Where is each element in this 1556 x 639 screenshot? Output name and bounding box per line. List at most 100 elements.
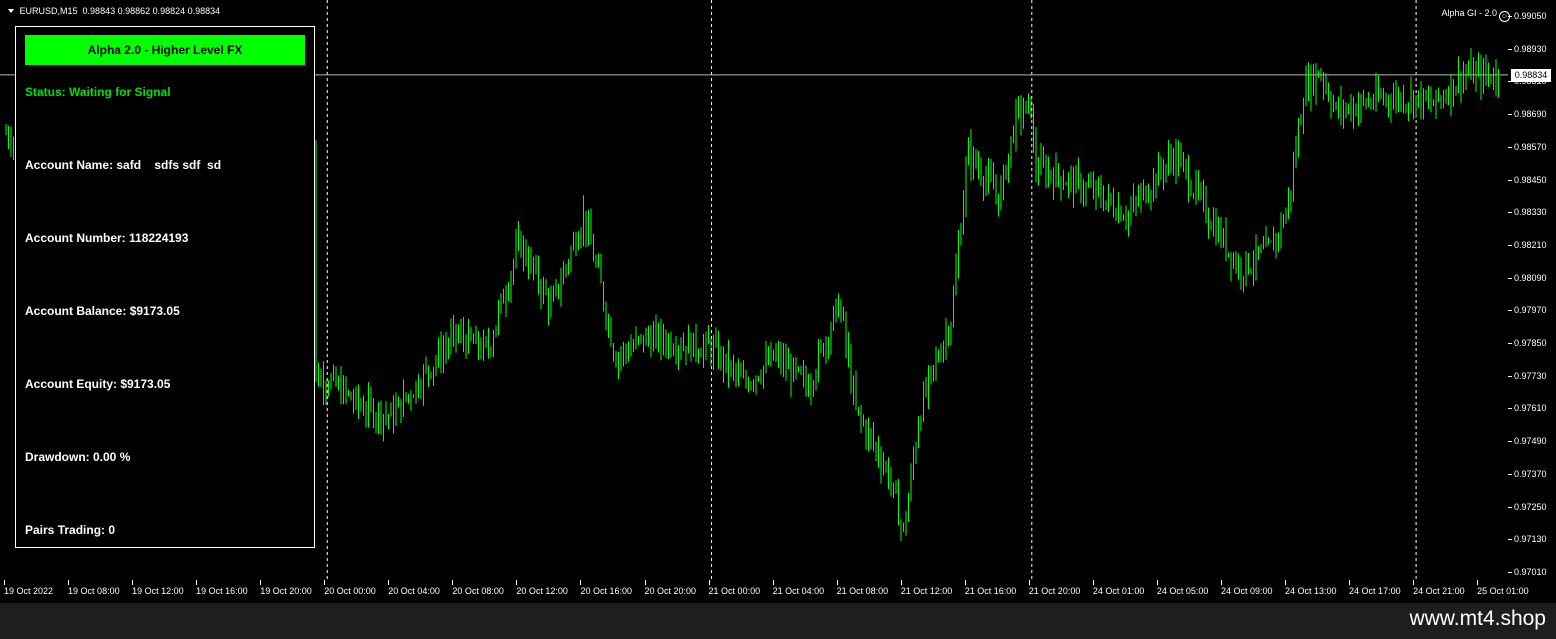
time-scale[interactable]: 19 Oct 2022 19 Oct 08:00 19 Oct 12:00 19 Oc… xyxy=(0,580,1529,603)
time-tick-mark xyxy=(452,580,454,585)
price-tick-label: 0.97970 xyxy=(1514,305,1547,316)
time-tick-label: 24 Oct 01:00 xyxy=(1092,586,1145,596)
symbol-timeframe: EURUSD,M15 xyxy=(19,6,78,16)
time-tick-mark xyxy=(4,580,5,585)
time-tick-label: 21 Oct 12:00 xyxy=(900,586,953,596)
price-tick-mark xyxy=(1508,343,1512,344)
time-tick-mark xyxy=(1156,580,1158,585)
time-tick-label: 19 Oct 16:00 xyxy=(196,586,248,596)
time-tick-mark xyxy=(772,580,774,585)
price-tick-mark xyxy=(1508,212,1512,214)
time-tick-label: 21 Oct 08:00 xyxy=(836,586,889,596)
ohlc-values: 0.98843 0.98862 0.98824 0.98834 xyxy=(82,6,221,16)
account-number: Account Number: 118224193 xyxy=(25,231,189,245)
account-name: Account Name: safd sdfs sdf sd xyxy=(25,158,222,172)
price-tick-label: 0.98450 xyxy=(1514,174,1547,185)
price-tick-mark xyxy=(1508,506,1512,508)
time-tick-label: 20 Oct 12:00 xyxy=(516,586,568,596)
account-balance: Account Balance: $9173.05 xyxy=(25,304,180,318)
time-tick-mark xyxy=(388,580,390,585)
price-tick-mark xyxy=(1508,375,1512,377)
price-tick-label: 0.97130 xyxy=(1514,534,1547,545)
price-tick-label: 0.98570 xyxy=(1514,141,1547,152)
price-tick-label: 0.98210 xyxy=(1514,239,1547,250)
price-tick-label: 0.97010 xyxy=(1514,566,1547,577)
price-tick-mark xyxy=(1508,114,1512,116)
drawdown: Drawdown: 0.00 % xyxy=(25,450,131,464)
time-tick-mark xyxy=(1092,580,1094,585)
time-tick-label: 20 Oct 20:00 xyxy=(644,586,697,596)
time-tick-label: 20 Oct 16:00 xyxy=(580,586,632,596)
time-tick-label: 24 Oct 09:00 xyxy=(1220,586,1273,596)
price-tick-label: 0.98930 xyxy=(1514,43,1547,54)
price-tick-label: 0.98690 xyxy=(1514,109,1547,120)
info-panel: Alpha 2.0 - Higher Level FX Status: Wait… xyxy=(15,26,315,548)
price-tick-mark xyxy=(1508,16,1512,17)
price-tick-mark xyxy=(1508,146,1512,148)
chart-window[interactable]: EURUSD,M15 0.98843 0.98862 0.98824 0.988… xyxy=(0,0,1556,603)
price-tick-mark xyxy=(1508,571,1512,573)
time-tick-label: 24 Oct 17:00 xyxy=(1349,586,1401,596)
status-text: Status: Waiting for Signal xyxy=(25,85,171,99)
time-tick-mark xyxy=(1285,580,1286,585)
time-tick-label: 20 Oct 00:00 xyxy=(324,586,376,596)
pairs-trading: Pairs Trading: 0 xyxy=(25,523,116,537)
price-tick-label: 0.97850 xyxy=(1514,338,1547,348)
price-tick-mark xyxy=(1508,310,1512,312)
price-tick-mark xyxy=(1508,277,1512,279)
footer-bar: www.mt4.shop xyxy=(0,603,1556,639)
chart-menu-arrow-icon[interactable] xyxy=(8,9,14,13)
indicator-name: Alpha GI - 2.0 xyxy=(1441,8,1497,18)
time-tick-label: 21 Oct 16:00 xyxy=(964,586,1017,596)
time-tick-label: 19 Oct 2022 xyxy=(4,586,54,596)
chart-header: EURUSD,M15 0.98843 0.98862 0.98824 0.988… xyxy=(8,6,220,16)
price-tick-label: 0.97370 xyxy=(1514,468,1547,479)
time-tick-mark xyxy=(644,580,646,585)
time-tick-label: 19 Oct 12:00 xyxy=(132,586,184,596)
account-equity: Account Equity: $9173.05 xyxy=(25,377,171,391)
time-tick-label: 20 Oct 04:00 xyxy=(388,586,440,596)
price-scale[interactable]: 0.990500.989300.988100.986900.985700.984… xyxy=(1508,0,1556,580)
panel-title: Alpha 2.0 - Higher Level FX xyxy=(25,35,305,65)
time-tick-mark xyxy=(836,580,838,585)
time-tick-label: 25 Oct 01:00 xyxy=(1477,586,1529,596)
time-tick-mark xyxy=(260,580,262,585)
time-tick-label: 24 Oct 21:00 xyxy=(1413,586,1465,596)
price-tick-mark xyxy=(1508,539,1512,541)
time-tick-label: 24 Oct 13:00 xyxy=(1285,586,1337,596)
watermark: www.mt4.shop xyxy=(1409,607,1546,630)
price-tick-label: 0.97730 xyxy=(1514,370,1547,381)
time-tick-mark xyxy=(68,580,70,585)
price-tick-label: 0.98330 xyxy=(1514,207,1547,218)
time-tick-mark xyxy=(900,580,902,585)
time-tick-mark xyxy=(324,580,326,585)
time-tick-mark xyxy=(1349,580,1351,585)
time-tick-mark xyxy=(1028,580,1030,585)
current-price-label: 0.98834 xyxy=(1511,69,1551,82)
time-tick-label: 24 Oct 05:00 xyxy=(1156,586,1209,596)
indicator-label: Alpha GI - 2.0 ☺ xyxy=(1441,8,1510,22)
time-tick-label: 21 Oct 04:00 xyxy=(772,586,825,596)
price-tick-label: 0.97490 xyxy=(1514,436,1547,447)
time-tick-mark xyxy=(1413,580,1415,585)
price-tick-label: 0.98090 xyxy=(1514,272,1547,283)
time-tick-label: 21 Oct 20:00 xyxy=(1028,586,1081,596)
price-tick-mark xyxy=(1508,179,1512,181)
price-tick-mark xyxy=(1508,441,1512,443)
price-tick-label: 0.97610 xyxy=(1514,403,1547,414)
time-tick-mark xyxy=(708,580,710,585)
time-tick-label: 20 Oct 08:00 xyxy=(452,586,504,596)
time-tick-label: 19 Oct 20:00 xyxy=(260,586,312,596)
time-tick-mark xyxy=(516,580,518,585)
time-tick-label: 21 Oct 00:00 xyxy=(708,586,761,596)
time-tick-mark xyxy=(132,580,134,585)
time-tick-mark xyxy=(1477,580,1479,585)
time-tick-mark xyxy=(196,580,198,585)
price-tick-label: 0.99050 xyxy=(1514,11,1547,21)
price-tick-label: 0.97250 xyxy=(1514,501,1547,512)
time-tick-mark xyxy=(1220,580,1222,585)
time-tick-mark xyxy=(964,580,966,585)
time-tick-mark xyxy=(580,580,582,585)
price-tick-mark xyxy=(1508,473,1512,475)
price-tick-mark xyxy=(1508,244,1512,246)
